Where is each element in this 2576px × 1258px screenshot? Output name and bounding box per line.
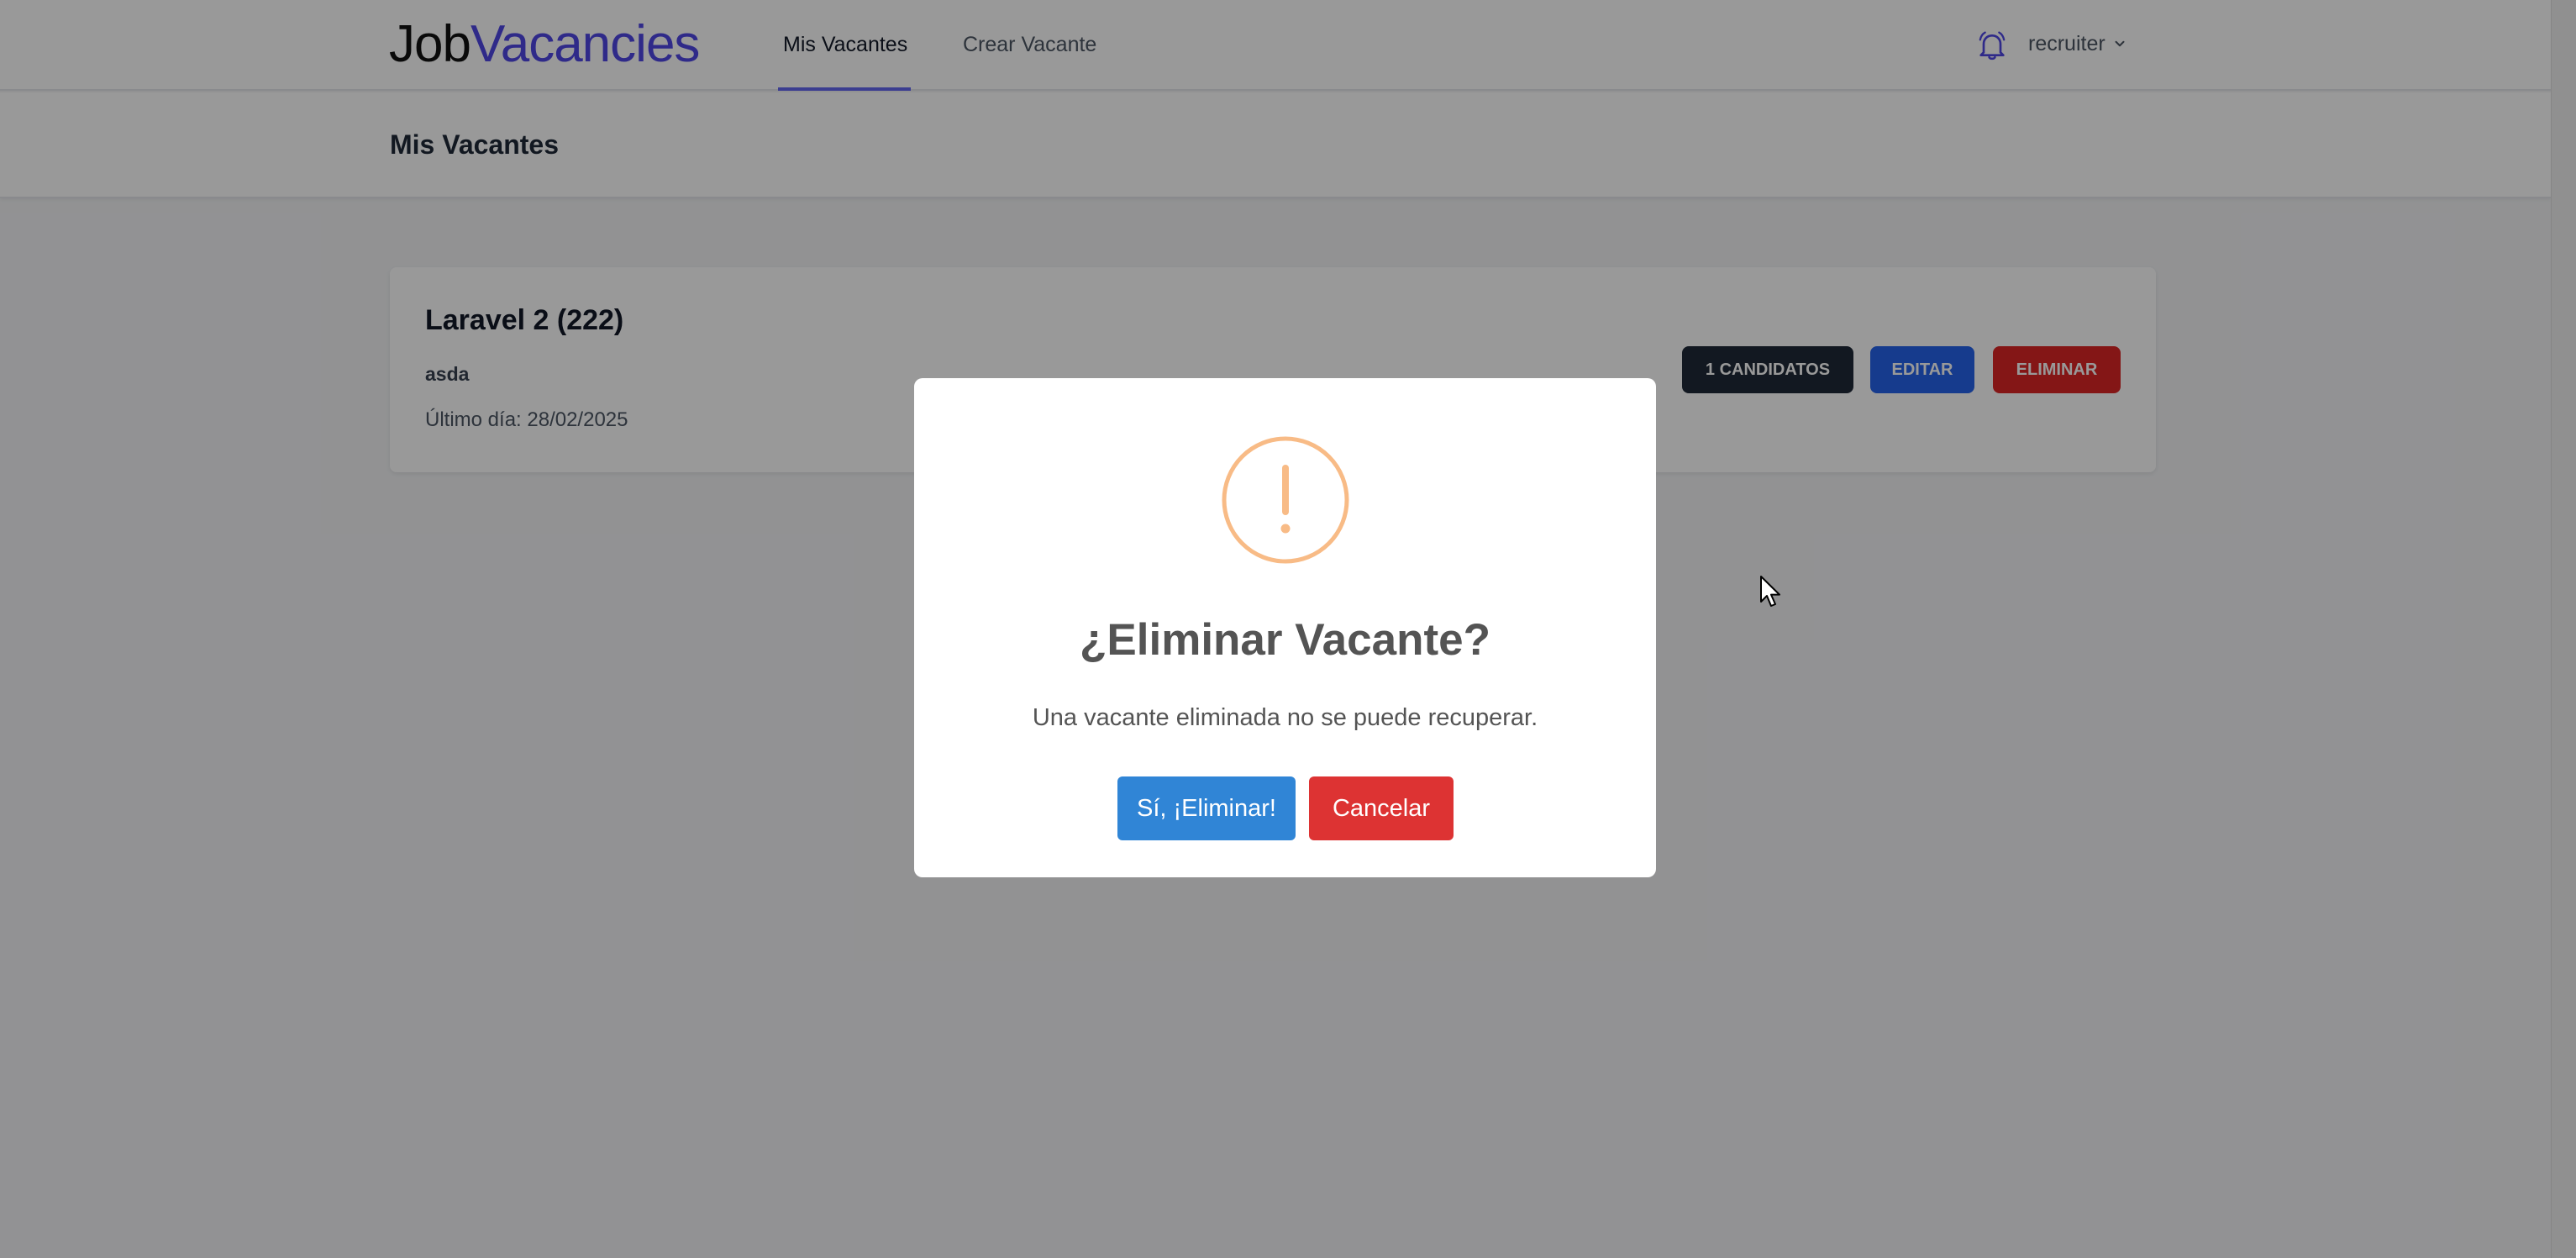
dialog-message: Una vacante eliminada no se puede recupe… [1032, 704, 1538, 731]
confirm-delete-button[interactable]: Sí, ¡Eliminar! [1117, 776, 1296, 840]
confirm-delete-dialog: ¿Eliminar Vacante? Una vacante eliminada… [914, 378, 1656, 877]
warning-icon [1222, 436, 1349, 564]
dialog-title: ¿Eliminar Vacante? [1080, 615, 1490, 665]
cancel-button[interactable]: Cancelar [1309, 776, 1454, 840]
mouse-cursor-icon [1760, 576, 1780, 607]
